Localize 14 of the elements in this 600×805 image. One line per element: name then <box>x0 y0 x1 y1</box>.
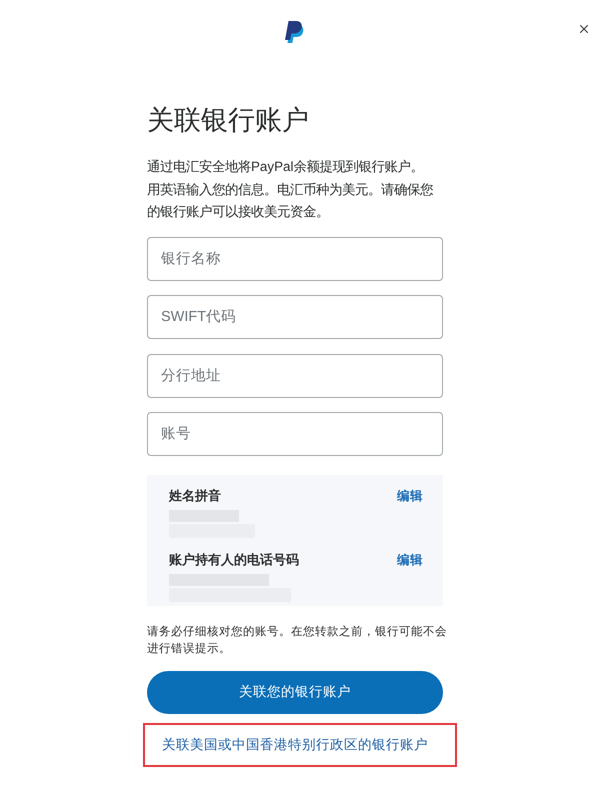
input-field[interactable]: 账号 <box>147 412 443 456</box>
input-field[interactable]: 分行地址 <box>147 354 443 398</box>
input-field[interactable]: SWIFT代码 <box>147 295 443 339</box>
page-title: 关联银行账户 <box>147 104 310 137</box>
field-label: 账户持有人的电话号码 <box>169 551 299 569</box>
close-icon[interactable] <box>577 22 591 36</box>
warning-text: 请务必仔细核对您的账号。在您转款之前，银行可能不会进行错误提示。 <box>147 624 448 657</box>
edit-link[interactable]: 编辑 <box>397 551 423 569</box>
field-label: 姓名拼音 <box>169 487 221 505</box>
description-text: 通过电汇安全地将PayPal余额提现到银行账户。 用英语输入您的信息。电汇币种为美元。请确保您的银行账户可以接收美元资金。 <box>147 158 434 221</box>
link-bank-button[interactable]: 关联您的银行账户 <box>147 671 443 714</box>
edit-link[interactable]: 编辑 <box>397 487 423 505</box>
alternate-bank-link[interactable]: 关联美国或中国香港特别行政区的银行账户 <box>162 734 428 756</box>
input-field[interactable]: 银行名称 <box>147 236 443 280</box>
